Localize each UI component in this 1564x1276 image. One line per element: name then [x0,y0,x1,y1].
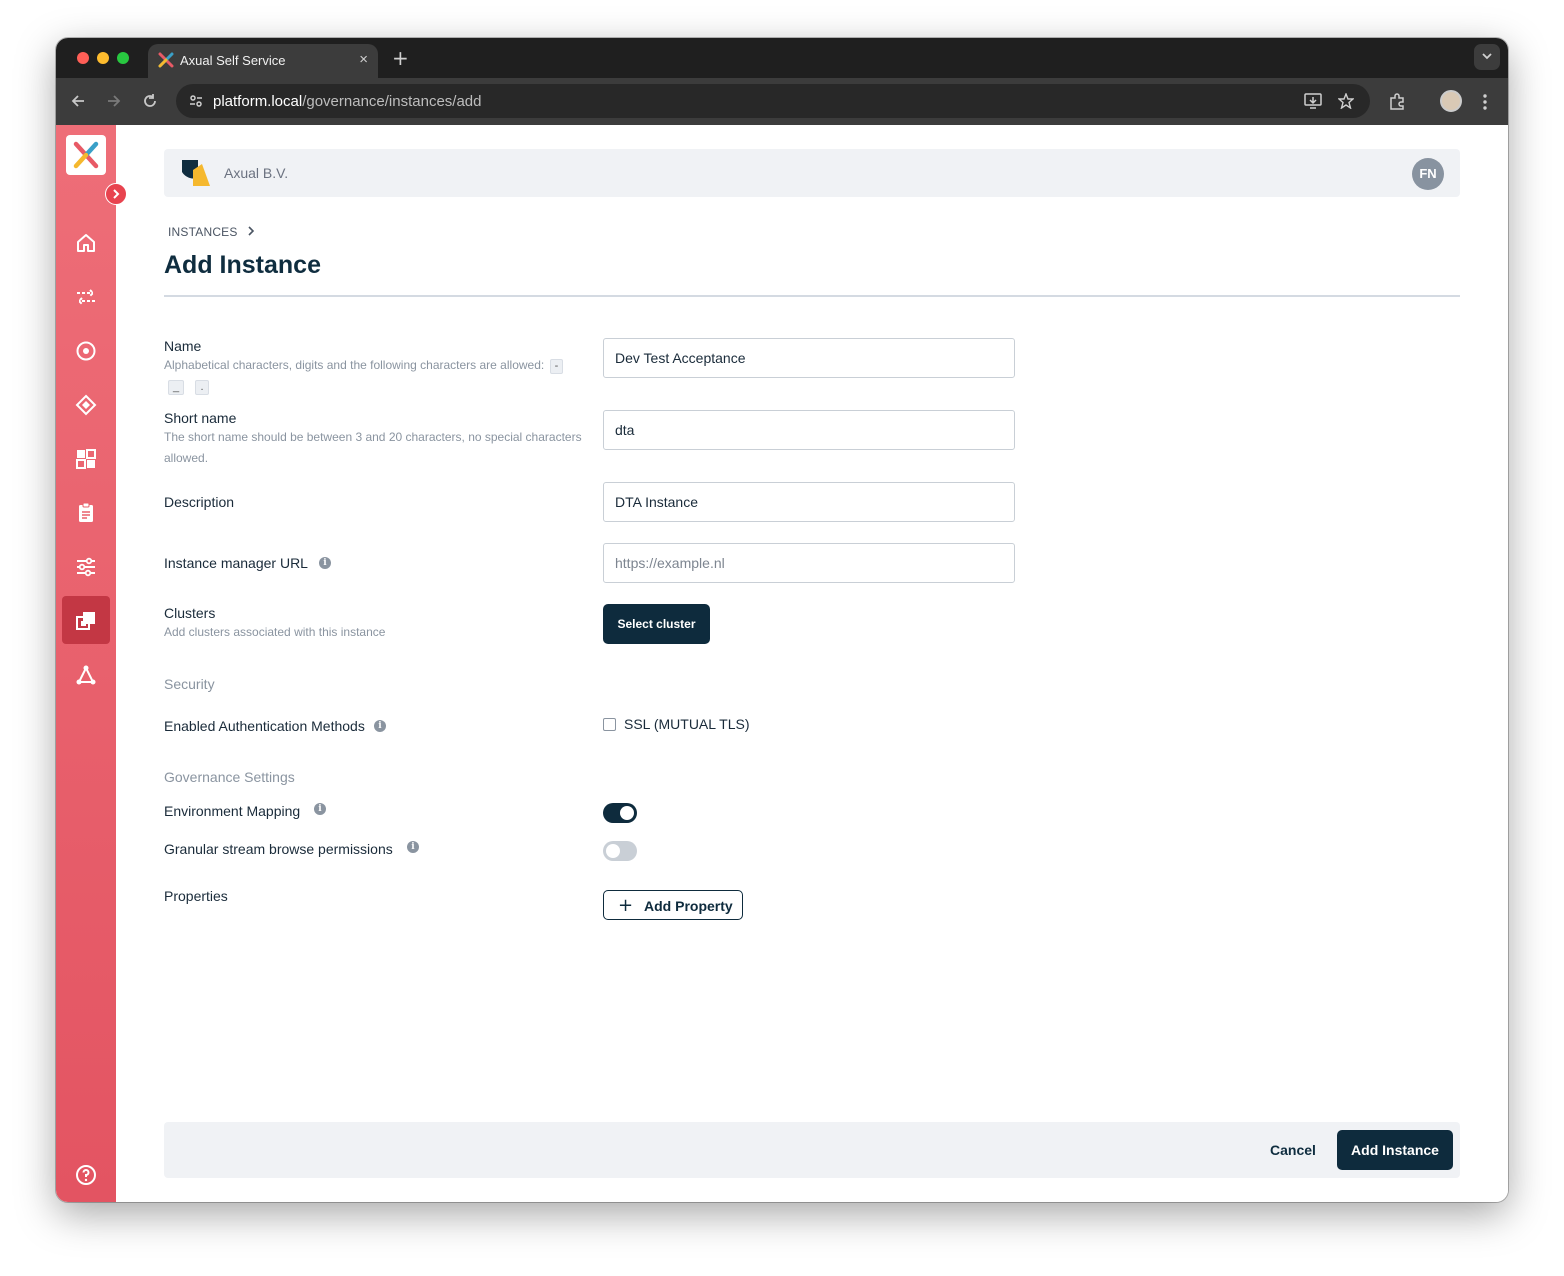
ssl-checkbox-label[interactable]: SSL (MUTUAL TLS) [624,716,750,732]
info-icon[interactable]: i [319,557,331,569]
sidebar [56,125,116,1202]
chevron-right-icon [113,189,120,199]
browser-toolbar: platform.local/governance/instances/add [56,78,1508,125]
instance-manager-url-label: Instance manager URL [164,555,308,571]
name-hint: Alphabetical characters, digits and the … [164,355,574,397]
name-input[interactable] [603,338,1015,378]
clusters-label: Clusters [164,605,216,621]
info-icon[interactable]: i [314,803,326,815]
help-icon[interactable] [74,1163,98,1187]
allowed-char-chip: _ [168,380,185,395]
environment-mapping-toggle[interactable] [603,803,637,823]
org-logo-icon [182,160,210,186]
info-icon[interactable]: i [374,720,386,732]
axual-logo-icon [73,141,99,169]
clusters-hint: Add clusters associated with this instan… [164,625,386,639]
browser-window: Axual Self Service × + platform.local/go… [56,38,1508,1202]
axual-favicon-icon [158,52,174,68]
toggle-knob [620,806,634,820]
granular-browse-label: Granular stream browse permissions [164,841,393,857]
cancel-button[interactable]: Cancel [1270,1142,1316,1158]
forward-icon[interactable] [106,93,122,109]
environment-mapping-label: Environment Mapping [164,803,301,819]
url-path: /governance/instances/add [302,93,482,110]
instances-icon[interactable] [74,609,98,633]
profile-avatar[interactable] [1440,90,1462,112]
minimize-window-button[interactable] [97,52,109,64]
org-header: Axual B.V. FN [164,149,1460,197]
extensions-icon[interactable] [1388,93,1406,111]
sidebar-expand-button[interactable] [105,183,127,205]
security-section-heading: Security [164,676,215,692]
network-icon[interactable] [74,663,98,687]
url-host: platform.local [213,93,303,110]
breadcrumb-instances-link[interactable]: INSTANCES [168,225,238,239]
description-input[interactable] [603,482,1015,522]
title-divider [164,295,1460,297]
more-menu-icon[interactable] [1482,93,1488,111]
address-bar[interactable]: platform.local/governance/instances/add [176,84,1370,118]
reload-icon[interactable] [142,93,158,109]
description-label: Description [164,494,235,510]
granular-browse-toggle[interactable] [603,841,637,861]
ssl-checkbox[interactable] [603,718,616,731]
diamond-icon[interactable] [74,393,98,417]
instance-manager-url-input[interactable] [603,543,1015,583]
tab-search-button[interactable] [1474,44,1500,70]
app-root: Axual B.V. FN INSTANCES Add Instance Nam… [56,125,1508,1202]
plus-icon: + [618,895,634,916]
user-avatar[interactable]: FN [1412,158,1444,190]
target-icon[interactable] [74,339,98,363]
add-property-label: Add Property [644,898,733,914]
maximize-window-button[interactable] [117,52,129,64]
site-settings-icon[interactable] [188,93,204,109]
properties-label: Properties [164,888,228,904]
clipboard-icon[interactable] [74,501,98,525]
chevron-right-icon [248,226,255,236]
tab-close-icon[interactable]: × [359,51,368,68]
short-name-label: Short name [164,410,237,426]
breadcrumb: INSTANCES [168,225,255,239]
add-instance-button[interactable]: Add Instance [1337,1130,1453,1170]
back-icon[interactable] [70,93,86,109]
home-icon[interactable] [74,231,98,255]
select-cluster-button[interactable]: Select cluster [603,604,710,644]
org-name: Axual B.V. [224,165,289,181]
tab-title: Axual Self Service [180,53,286,68]
url-text: platform.local/governance/instances/add [213,93,482,110]
short-name-hint: The short name should be between 3 and 2… [164,430,582,465]
sliders-icon[interactable] [74,555,98,579]
bookmark-star-icon[interactable] [1338,93,1354,109]
info-icon[interactable]: i [407,841,419,853]
governance-section-heading: Governance Settings [164,769,295,785]
name-hint-text: Alphabetical characters, digits and the … [164,358,545,372]
form-footer: Cancel Add Instance [164,1122,1460,1178]
tab-bar: Axual Self Service × + [56,38,1508,78]
install-app-icon[interactable] [1304,93,1322,109]
close-window-button[interactable] [77,52,89,64]
browser-tab[interactable]: Axual Self Service × [148,44,378,78]
axual-logo[interactable] [66,135,106,175]
dashboard-icon[interactable] [74,447,98,471]
allowed-char-chip: - [549,359,564,374]
page-title: Add Instance [164,251,321,279]
chevron-down-icon [1482,53,1492,60]
add-property-button[interactable]: + Add Property [603,890,743,920]
short-name-input[interactable] [603,410,1015,450]
name-label: Name [164,338,202,354]
streams-icon[interactable] [74,285,98,309]
toggle-knob [606,844,620,858]
allowed-char-chip: . [195,380,209,395]
auth-methods-label: Enabled Authentication Methods [164,718,365,734]
new-tab-button[interactable]: + [392,46,409,70]
